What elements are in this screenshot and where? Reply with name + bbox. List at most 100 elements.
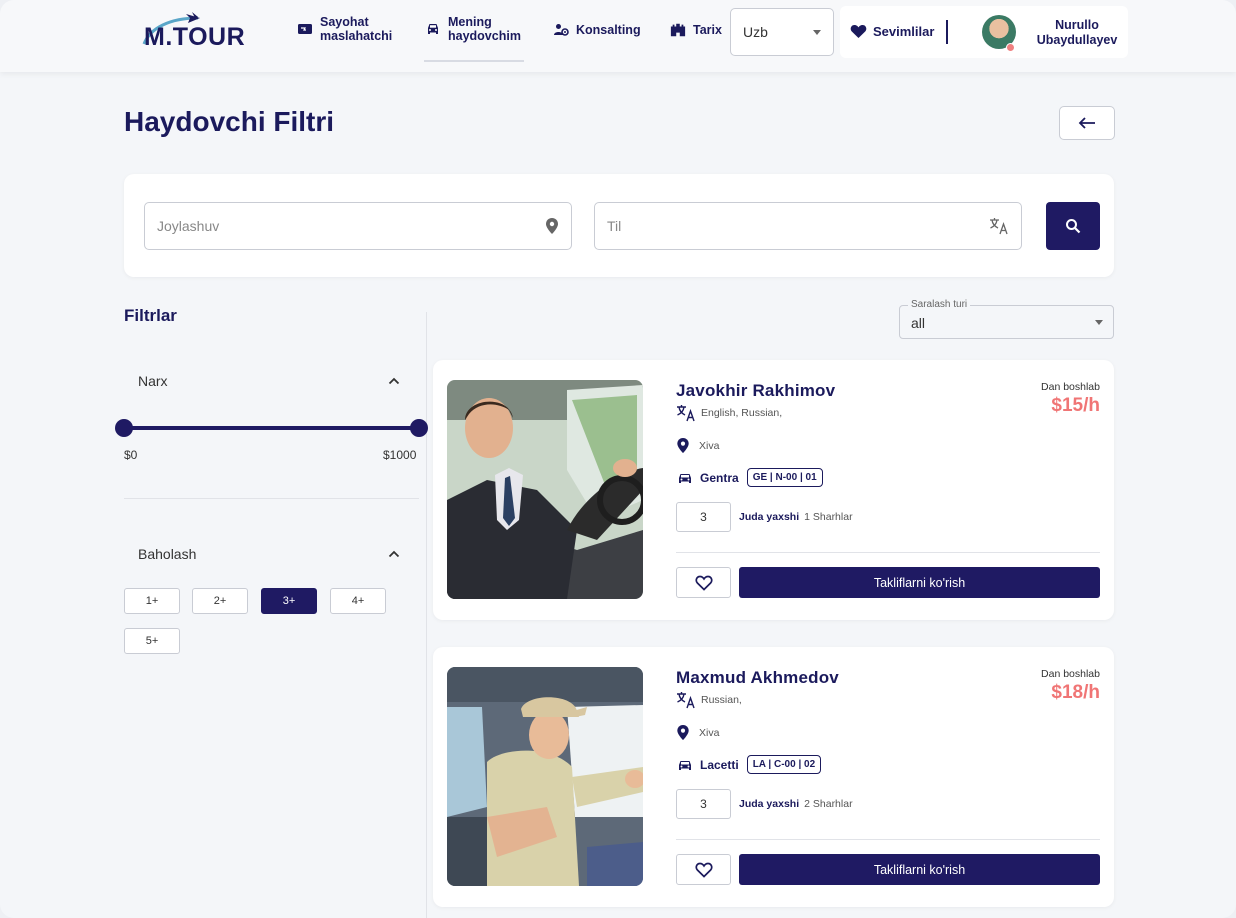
user-first-name: Nurullo: [1055, 18, 1099, 32]
price-slider-max-thumb[interactable]: [410, 419, 428, 437]
rating-option-3[interactable]: 3+: [261, 588, 317, 614]
car-icon: [679, 760, 691, 770]
location-pin-icon: [545, 217, 559, 238]
favorites-link[interactable]: Sevimlilar: [850, 24, 934, 39]
top-header: M.TOUR Sayohat maslahatchi Mening haydovch…: [0, 0, 1236, 72]
driver-city: Xiva: [699, 726, 720, 739]
ticket-icon: [297, 21, 313, 37]
price-min-label: $0: [124, 448, 138, 462]
license-plate: GE | N-00 | 01: [746, 468, 823, 487]
filters-title: Filtrlar: [124, 306, 177, 325]
driver-car-row: Lacetti LA | C-00 | 02: [676, 755, 822, 774]
view-offers-button[interactable]: Takliflarni ko'rish: [739, 567, 1100, 598]
search-button[interactable]: [1046, 202, 1100, 250]
price-slider-track[interactable]: [124, 426, 419, 430]
translate-icon: [677, 405, 695, 422]
castle-icon: [670, 22, 686, 38]
driver-rating-row: 3 Juda yaxshi 1 Sharhlar: [676, 502, 853, 532]
search-card: Joylashuv Til: [124, 174, 1114, 277]
heart-outline-icon: [694, 575, 713, 591]
heart-outline-icon: [694, 862, 713, 878]
rating-option-1[interactable]: 1+: [124, 588, 180, 614]
filter-divider: [124, 498, 419, 499]
price-filter-label: Narx: [138, 373, 168, 389]
back-button[interactable]: [1059, 106, 1115, 140]
view-offers-button[interactable]: Takliflarni ko'rish: [739, 854, 1100, 885]
caret-down-icon: [1095, 320, 1103, 325]
nav-my-driver[interactable]: Mening haydovchim: [425, 15, 521, 43]
license-plate: LA | C-00 | 02: [746, 755, 822, 774]
nav-travel-advisor[interactable]: Sayohat maslahatchi: [297, 15, 392, 43]
driver-photo: [447, 380, 643, 599]
rating-text: Juda yaxshi: [739, 511, 800, 523]
driver-rating-row: 3 Juda yaxshi 2 Sharhlar: [676, 789, 853, 819]
consulting-icon: [553, 22, 569, 38]
sort-select[interactable]: Saralash turi all: [899, 299, 1114, 339]
driver-name[interactable]: Maxmud Akhmedov: [676, 668, 839, 688]
language-input[interactable]: Til: [594, 202, 1022, 250]
reviews-count[interactable]: 1 Sharhlar: [804, 511, 852, 523]
nav-my-driver-label-1: Mening: [448, 15, 492, 29]
header-separator: [946, 20, 948, 44]
nav-history-label: Tarix: [693, 23, 722, 37]
driver-city-row: Xiva: [676, 437, 719, 454]
user-last-name: Ubaydullayev: [1036, 33, 1118, 47]
nav-travel-advisor-label-2: maslahatchi: [320, 29, 393, 43]
user-name[interactable]: Nurullo Ubaydullayev: [1022, 18, 1132, 48]
search-icon: [1066, 219, 1081, 234]
heart-filled-icon: [850, 25, 867, 38]
filters-divider: [426, 312, 427, 918]
rating-box: 3: [676, 789, 731, 819]
driver-price: $15/h: [1051, 395, 1100, 416]
favorite-button[interactable]: [676, 854, 731, 885]
card-divider: [676, 552, 1100, 553]
location-placeholder: Joylashuv: [157, 218, 220, 234]
sort-value: all: [911, 315, 926, 331]
driver-languages: Russian,: [701, 694, 742, 706]
logo[interactable]: M.TOUR: [140, 8, 280, 52]
card-divider: [676, 839, 1100, 840]
driver-city-row: Xiva: [676, 724, 719, 741]
car-icon: [425, 21, 441, 37]
chevron-up-icon[interactable]: [388, 377, 400, 385]
driver-city: Xiva: [699, 439, 720, 452]
price-slider-min-thumb[interactable]: [115, 419, 133, 437]
language-value: Uzb: [743, 24, 768, 40]
language-select[interactable]: Uzb: [730, 8, 834, 56]
logo-text: M.TOUR: [144, 23, 246, 51]
chevron-up-icon[interactable]: [388, 550, 400, 558]
avatar-status-dot: [1006, 43, 1015, 52]
driver-card: Maxmud Akhmedov Russian, Xiva Lacetti LA…: [433, 647, 1114, 907]
arrow-left-icon: [1078, 117, 1095, 129]
location-pin-icon: [677, 724, 689, 741]
rating-filter-label: Baholash: [138, 546, 197, 562]
app-frame: M.TOUR Sayohat maslahatchi Mening haydovch…: [0, 0, 1236, 918]
translate-icon: [677, 692, 695, 709]
location-pin-icon: [677, 437, 689, 454]
nav-consulting[interactable]: Konsalting: [553, 22, 641, 38]
rating-option-4[interactable]: 4+: [330, 588, 386, 614]
caret-down-icon: [813, 30, 821, 35]
car-icon: [679, 473, 691, 483]
location-input[interactable]: Joylashuv: [144, 202, 572, 250]
favorites-label: Sevimlilar: [873, 24, 935, 39]
driver-price: $18/h: [1051, 682, 1100, 703]
active-nav-underline: [424, 60, 524, 62]
nav-my-driver-label-2: haydovchim: [448, 29, 521, 43]
price-from-label: Dan boshlab: [1041, 668, 1100, 680]
rating-box: 3: [676, 502, 731, 532]
driver-name[interactable]: Javokhir Rakhimov: [676, 381, 835, 401]
price-max-label: $1000: [383, 448, 417, 462]
rating-option-2[interactable]: 2+: [192, 588, 248, 614]
rating-option-5[interactable]: 5+: [124, 628, 180, 654]
driver-languages-row: Russian,: [676, 691, 742, 709]
nav-history[interactable]: Tarix: [670, 22, 722, 38]
nav-travel-advisor-label-1: Sayohat: [320, 15, 369, 29]
user-panel: Sevimlilar Nurullo Ubaydullayev: [840, 6, 1128, 58]
driver-languages-row: English, Russian,: [676, 404, 782, 422]
reviews-count[interactable]: 2 Sharhlar: [804, 798, 852, 810]
page-title: Haydovchi Filtri: [124, 106, 335, 137]
favorite-button[interactable]: [676, 567, 731, 598]
sort-label: Saralash turi: [908, 299, 971, 310]
driver-languages: English, Russian,: [701, 407, 783, 419]
